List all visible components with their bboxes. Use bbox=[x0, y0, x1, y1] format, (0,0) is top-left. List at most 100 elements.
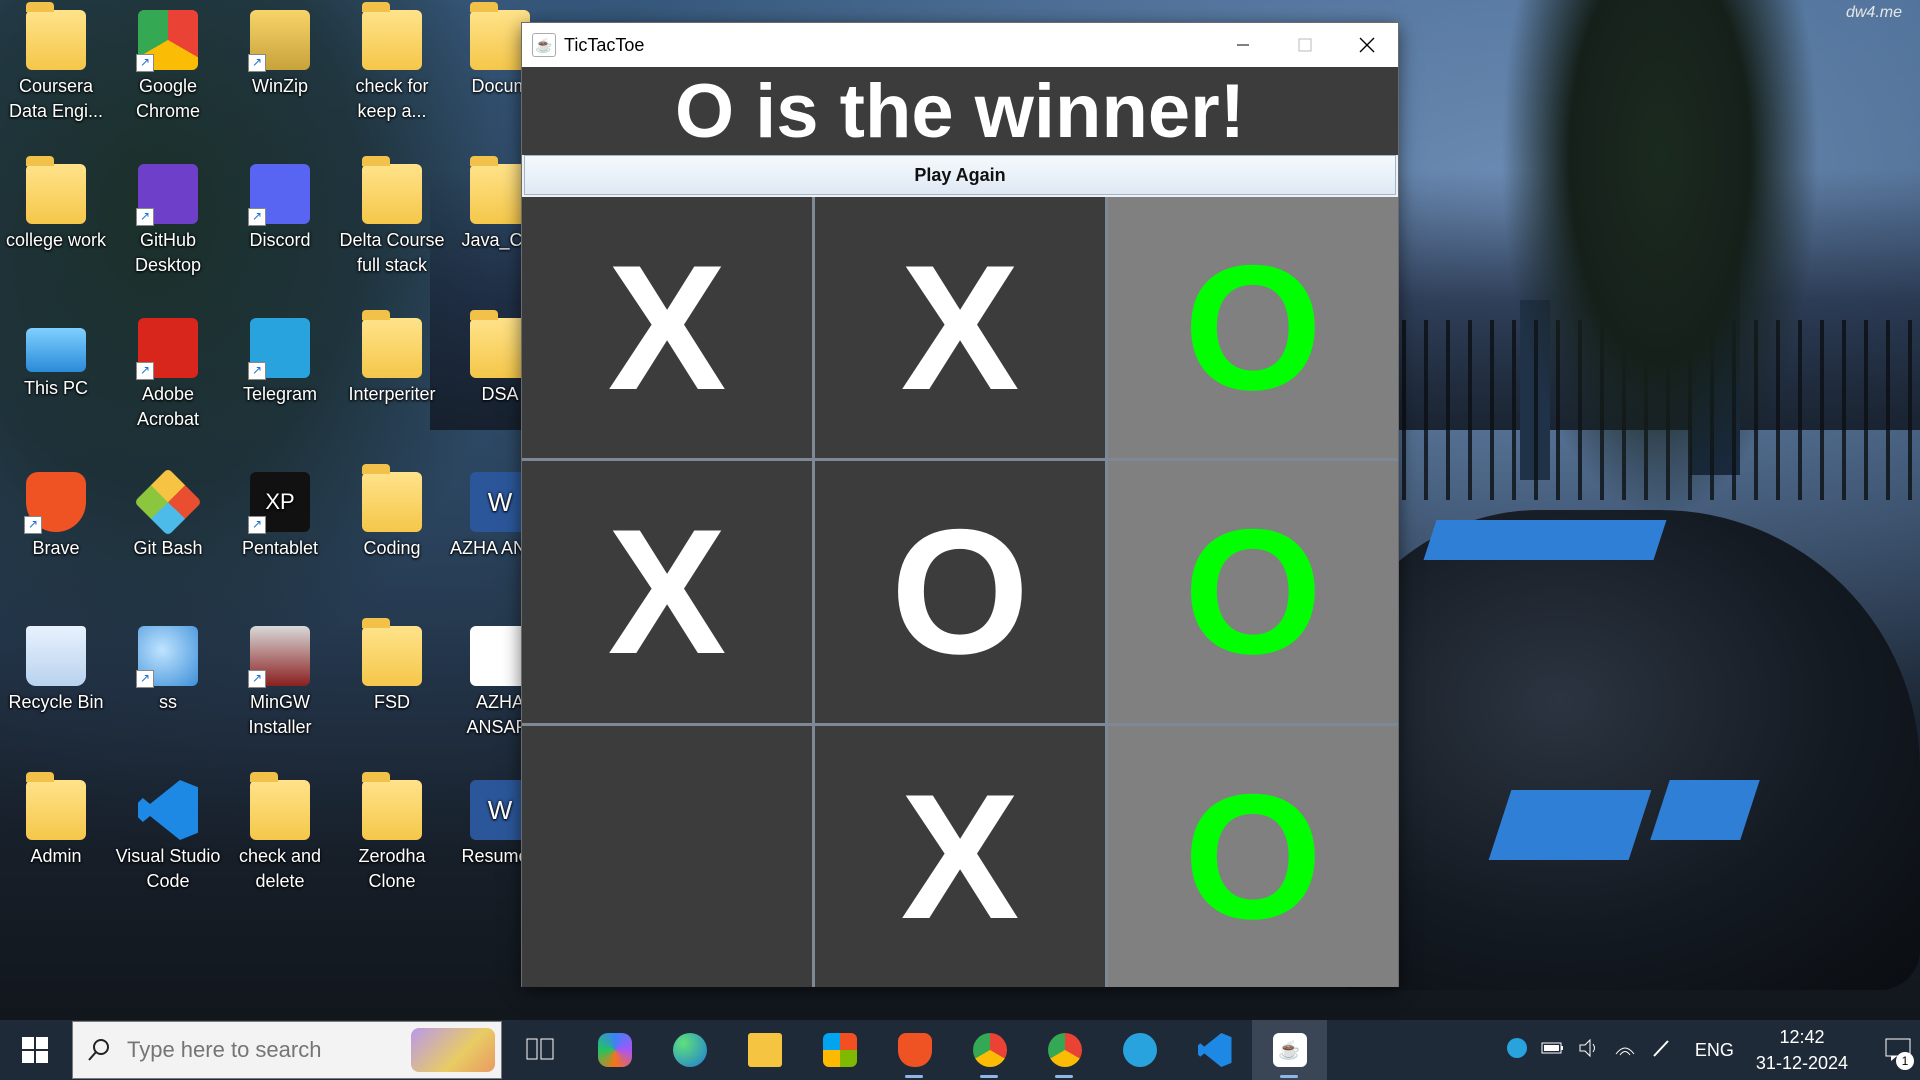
taskbar-chrome-profile-1[interactable] bbox=[952, 1020, 1027, 1080]
battery-icon[interactable] bbox=[1535, 1040, 1571, 1061]
desktop-icon-interperiter[interactable]: Interperiter bbox=[336, 308, 448, 407]
desktop-icon-label: This PC bbox=[23, 378, 88, 398]
board-cell[interactable]: O bbox=[1108, 725, 1398, 987]
search-input[interactable] bbox=[125, 1036, 369, 1064]
taskbar-search-box[interactable] bbox=[72, 1021, 502, 1079]
wifi-icon[interactable] bbox=[1607, 1038, 1643, 1063]
desktop-icon-fsd[interactable]: FSD bbox=[336, 616, 448, 715]
taskbar: ☕ ENG 12:42 31-12-2024 1 bbox=[0, 1020, 1920, 1080]
wallpaper-tree-right bbox=[1500, 0, 1820, 520]
cell-mark: X bbox=[900, 228, 1020, 428]
window-titlebar[interactable]: ☕ TicTacToe bbox=[522, 23, 1398, 67]
board-cell[interactable] bbox=[522, 725, 812, 987]
cell-mark: O bbox=[890, 492, 1030, 692]
java-icon: ☕ bbox=[1272, 1033, 1307, 1067]
desktop-icon-label: college work bbox=[5, 230, 107, 250]
taskbar-vscode[interactable] bbox=[1177, 1020, 1252, 1080]
desktop-icon-label: FSD bbox=[374, 692, 410, 712]
tray-telegram-icon[interactable] bbox=[1499, 1037, 1535, 1064]
desktop-icon-label: WinZip bbox=[251, 76, 308, 96]
board-cell[interactable]: O bbox=[815, 461, 1105, 723]
board-cell[interactable]: X bbox=[522, 461, 812, 723]
desktop-icon-label: Delta Course full stack bbox=[339, 230, 445, 275]
java-app-icon: ☕ bbox=[532, 33, 556, 57]
desktop-icon-admin[interactable]: Admin bbox=[0, 770, 112, 869]
desktop-icon-coursera[interactable]: Coursera Data Engi... bbox=[0, 0, 112, 124]
language-indicator[interactable]: ENG bbox=[1695, 1040, 1734, 1061]
vscode-icon bbox=[1197, 1033, 1232, 1067]
folder-icon bbox=[362, 772, 422, 840]
search-highlight-art bbox=[411, 1028, 495, 1072]
recycle-bin-icon bbox=[26, 626, 86, 686]
desktop-icon-label: Telegram bbox=[242, 384, 318, 404]
brave-icon: ↗ bbox=[24, 472, 86, 534]
desktop-icon-adobe-acrobat[interactable]: ↗ Adobe Acrobat bbox=[112, 308, 224, 432]
desktop-icon-check-for-keep[interactable]: check for keep a... bbox=[336, 0, 448, 124]
desktop-icon-label: Zerodha Clone bbox=[358, 846, 426, 891]
desktop-icon-college-work[interactable]: college work bbox=[0, 154, 112, 253]
desktop-icon-label: Git Bash bbox=[133, 538, 203, 558]
desktop-icon-winzip[interactable]: ↗ WinZip bbox=[224, 0, 336, 99]
board-cell[interactable]: X bbox=[522, 197, 812, 459]
desktop-icon-google-chrome[interactable]: ↗ Google Chrome bbox=[112, 0, 224, 124]
board-cell[interactable]: X bbox=[815, 725, 1105, 987]
desktop-icon-vscode[interactable]: Visual Studio Code bbox=[112, 770, 224, 894]
desktop-icon-label: Visual Studio Code bbox=[115, 846, 221, 891]
desktop-icon-discord[interactable]: ↗ Discord bbox=[224, 154, 336, 253]
desktop-icon-mingw[interactable]: ↗ MinGW Installer bbox=[224, 616, 336, 740]
xp-pen-icon: XP ↗ bbox=[248, 472, 310, 534]
desktop-icon-label: Discord bbox=[249, 230, 311, 250]
taskbar-copilot[interactable] bbox=[577, 1020, 652, 1080]
desktop-icon-recycle-bin[interactable]: Recycle Bin bbox=[0, 616, 112, 715]
desktop-icon-github-desktop[interactable]: ↗ GitHub Desktop bbox=[112, 154, 224, 278]
task-view-button[interactable] bbox=[502, 1020, 577, 1080]
close-button[interactable] bbox=[1336, 23, 1398, 67]
desktop-icon-ss[interactable]: ↗ ss bbox=[112, 616, 224, 715]
board-cell[interactable]: O bbox=[1108, 197, 1398, 459]
chrome-icon: ↗ bbox=[136, 10, 198, 72]
system-tray: ENG 12:42 31-12-2024 1 bbox=[1499, 1020, 1920, 1080]
taskbar-chrome-profile-2[interactable] bbox=[1027, 1020, 1102, 1080]
ss-app-icon: ↗ bbox=[136, 626, 198, 688]
github-icon: ↗ bbox=[136, 164, 198, 226]
pdf-folder-icon bbox=[470, 156, 530, 224]
pen-icon[interactable] bbox=[1643, 1038, 1679, 1063]
desktop-icon-label: Brave bbox=[32, 538, 80, 558]
desktop-icon-zerodha-clone[interactable]: Zerodha Clone bbox=[336, 770, 448, 894]
desktop-icon-this-pc[interactable]: This PC bbox=[0, 308, 112, 401]
microsoft-store-icon bbox=[822, 1033, 857, 1067]
maximize-button[interactable] bbox=[1274, 23, 1336, 67]
notification-center-button[interactable]: 1 bbox=[1876, 1020, 1920, 1080]
volume-icon[interactable] bbox=[1571, 1038, 1607, 1063]
desktop-icon-pentablet[interactable]: XP ↗ Pentablet bbox=[224, 462, 336, 561]
desktop-icon-telegram[interactable]: ↗ Telegram bbox=[224, 308, 336, 407]
taskbar-clock[interactable]: 12:42 31-12-2024 bbox=[1756, 1024, 1848, 1076]
clock-time: 12:42 bbox=[1779, 1027, 1825, 1047]
taskbar-brave[interactable] bbox=[877, 1020, 952, 1080]
play-again-button[interactable]: Play Again bbox=[524, 155, 1396, 195]
desktop-icon-label: Admin bbox=[30, 846, 82, 866]
taskbar-file-explorer[interactable] bbox=[727, 1020, 802, 1080]
clock-date: 31-12-2024 bbox=[1755, 1053, 1848, 1073]
taskbar-edge[interactable] bbox=[652, 1020, 727, 1080]
window-title: TicTacToe bbox=[564, 34, 645, 55]
minimize-button[interactable] bbox=[1212, 23, 1274, 67]
board-cell[interactable]: O bbox=[1108, 461, 1398, 723]
desktop-icon-delta-course[interactable]: Delta Course full stack bbox=[336, 154, 448, 278]
taskbar-java-app[interactable]: ☕ bbox=[1252, 1020, 1327, 1080]
wallpaper-car bbox=[1320, 510, 1920, 990]
taskbar-telegram[interactable] bbox=[1102, 1020, 1177, 1080]
desktop-icon-coding[interactable]: Coding bbox=[336, 462, 448, 561]
desktop-icon-brave[interactable]: ↗ Brave bbox=[0, 462, 112, 561]
taskbar-store[interactable] bbox=[802, 1020, 877, 1080]
board-cell[interactable]: X bbox=[815, 197, 1105, 459]
cell-mark: X bbox=[900, 756, 1020, 956]
start-button[interactable] bbox=[0, 1020, 70, 1080]
chrome-doc-icon bbox=[470, 626, 530, 686]
pdf-folder-icon bbox=[362, 156, 422, 224]
desktop-icon-check-and-delete[interactable]: check and delete bbox=[224, 770, 336, 894]
desktop-icon-label: Interperiter bbox=[348, 384, 436, 404]
desktop-icon-git-bash[interactable]: Git Bash bbox=[112, 462, 224, 561]
folder-icon bbox=[470, 2, 530, 70]
desktop-icon-label: MinGW Installer bbox=[248, 692, 312, 737]
